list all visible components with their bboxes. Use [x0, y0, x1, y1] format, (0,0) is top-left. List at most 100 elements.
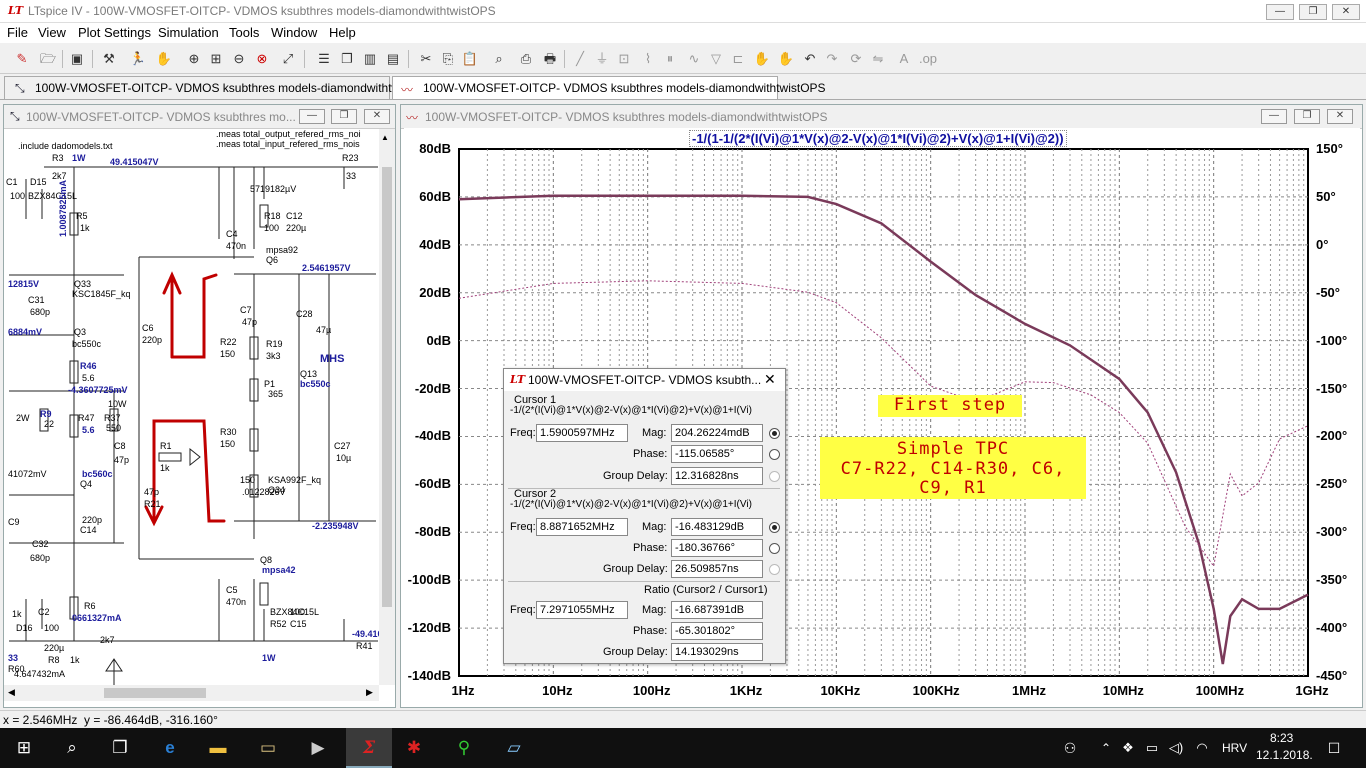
run-icon[interactable]: 🏃 — [128, 49, 148, 69]
undo-icon[interactable]: ↶ — [800, 49, 820, 69]
ratio-phase-field[interactable]: -65.301802° — [671, 622, 763, 640]
file-explorer-icon[interactable]: ▬ — [206, 736, 230, 760]
close-window-icon[interactable]: ▤ — [383, 49, 403, 69]
cursor2-gd-field[interactable]: 26.509857ns — [671, 560, 763, 578]
drag-icon[interactable]: ✋ — [776, 49, 796, 69]
clock-date[interactable]: 12.1.2018. — [1256, 748, 1313, 762]
capacitor-icon[interactable]: ⏸ — [660, 49, 680, 69]
close-button[interactable]: ✕ — [1332, 4, 1360, 20]
network-app-icon[interactable]: ⚲ — [452, 736, 476, 760]
ground-icon[interactable]: ⏚ — [592, 49, 612, 69]
cursor2-gd-radio[interactable] — [769, 564, 780, 575]
cut-icon[interactable]: ✂ — [416, 49, 436, 69]
dropbox-icon[interactable]: ❖ — [1116, 736, 1140, 760]
save-icon[interactable]: ▣ — [67, 49, 87, 69]
search-icon[interactable]: ⌕ — [60, 736, 84, 760]
text-icon[interactable]: A — [894, 49, 914, 69]
plot-close-button[interactable]: ✕ — [1327, 109, 1353, 124]
wire-icon[interactable]: ╱ — [570, 49, 590, 69]
plot-minimize-button[interactable]: — — [1261, 109, 1287, 124]
tab-schematic[interactable]: ⤡ 100W-VMOSFET-OITCP- VDMOS ksubthres mo… — [4, 76, 438, 99]
print-preview-icon[interactable]: ⎙ — [516, 49, 536, 69]
cursor2-freq-field[interactable]: 8.8871652MHz — [536, 518, 628, 536]
folder-icon[interactable]: ▭ — [256, 736, 280, 760]
battery-icon[interactable]: ▭ — [1140, 736, 1164, 760]
menu-file[interactable]: File — [7, 25, 28, 40]
restore-button[interactable]: ❐ — [1299, 4, 1327, 20]
plot-restore-button[interactable]: ❐ — [1294, 109, 1320, 124]
tab-waveform[interactable]: 〰 100W-VMOSFET-OITCP- VDMOS ksubthres mo… — [392, 76, 826, 99]
edge-icon[interactable]: e — [158, 736, 182, 760]
label-net-icon[interactable]: ⊡ — [614, 49, 634, 69]
ltspice-taskbar-item[interactable]: Ʃ — [346, 728, 392, 768]
component-icon[interactable]: ⊏ — [728, 49, 748, 69]
menu-help[interactable]: Help — [329, 25, 356, 40]
menu-simulation[interactable]: Simulation — [158, 25, 219, 40]
cascade-icon[interactable]: ❐ — [337, 49, 357, 69]
print-icon[interactable]: 🖶 — [540, 49, 560, 69]
cursor2-phase-radio[interactable] — [769, 543, 780, 554]
pan-icon[interactable]: ✋ — [154, 49, 174, 69]
cursor1-mag-field[interactable]: 204.26224mdB — [671, 424, 763, 442]
menu-window[interactable]: Window — [271, 25, 317, 40]
cursor1-gd-radio[interactable] — [769, 471, 780, 482]
cursor1-phase-radio[interactable] — [769, 449, 780, 460]
language-indicator[interactable]: HRV — [1222, 741, 1247, 755]
scroll-up-icon[interactable]: ▲ — [381, 133, 389, 142]
cursor2-mag-field[interactable]: -16.483129dB — [671, 518, 763, 536]
schematic-close-button[interactable]: ✕ — [364, 109, 390, 124]
schematic-minimize-button[interactable]: — — [299, 109, 325, 124]
redo-icon[interactable]: ↷ — [822, 49, 842, 69]
zoom-out-icon[interactable]: ⊖ — [229, 49, 249, 69]
cursor1-freq-field[interactable]: 1.5900597MHz — [536, 424, 628, 442]
tile-vertical-icon[interactable]: ▥ — [360, 49, 380, 69]
windows-start-icon[interactable]: ⊞ — [12, 736, 36, 760]
media-icon[interactable]: ▶ — [306, 736, 330, 760]
ratio-gd-field[interactable]: 14.193029ns — [671, 643, 763, 661]
diode-icon[interactable]: ▽ — [706, 49, 726, 69]
ratio-mag-field[interactable]: -16.687391dB — [671, 601, 763, 619]
action-center-icon[interactable]: ☐ — [1322, 736, 1346, 760]
cursor-dialog-close-icon[interactable]: ✕ — [764, 371, 776, 388]
find-icon[interactable]: ⌕ — [489, 49, 509, 69]
schematic-hscroll-thumb[interactable] — [104, 688, 206, 698]
open-icon[interactable]: ✎ — [12, 49, 32, 69]
resistor-icon[interactable]: ⌇ — [638, 49, 658, 69]
notepad-app-icon[interactable]: ▱ — [502, 736, 526, 760]
paste-icon[interactable]: 📋 — [460, 49, 480, 69]
schematic-restore-button[interactable]: ❐ — [331, 109, 357, 124]
cursor1-mag-radio[interactable] — [769, 428, 780, 439]
move-icon[interactable]: ✋ — [752, 49, 772, 69]
ratio-freq-field[interactable]: 7.2971055MHz — [536, 601, 628, 619]
tile-horizontal-icon[interactable]: ☰ — [314, 49, 334, 69]
cursor1-phase-field[interactable]: -115.06585° — [671, 445, 763, 463]
bug-app-icon[interactable]: ✱ — [402, 736, 426, 760]
volume-icon[interactable]: ◁) — [1164, 736, 1188, 760]
mirror-icon[interactable]: ⇋ — [868, 49, 888, 69]
people-icon[interactable]: ⚇ — [1058, 736, 1082, 760]
minimize-button[interactable]: — — [1266, 4, 1294, 20]
menu-tools[interactable]: Tools — [229, 25, 259, 40]
wifi-icon[interactable]: ◠ — [1190, 736, 1214, 760]
zoom-area-icon[interactable]: ⊞ — [206, 49, 226, 69]
inductor-icon[interactable]: ∿ — [684, 49, 704, 69]
cursor2-mag-radio[interactable] — [769, 522, 780, 533]
rotate-icon[interactable]: ⟳ — [846, 49, 866, 69]
control-panel-icon[interactable]: ⚒ — [99, 49, 119, 69]
cursor2-phase-field[interactable]: -180.36766° — [671, 539, 763, 557]
clock-time[interactable]: 8:23 — [1270, 731, 1293, 745]
schematic-horizontal-scrollbar[interactable]: ◀ ▶ — [4, 685, 379, 701]
autorange-icon[interactable]: ⤢ — [278, 49, 298, 69]
copy-icon[interactable]: ⎘ — [438, 49, 458, 69]
trace-expression-label[interactable]: -1/(1-1/(2*(I(Vi)@1*V(x)@2-V(x)@1*I(Vi)@… — [689, 130, 1067, 147]
scroll-right-icon[interactable]: ▶ — [366, 687, 373, 698]
zoom-in-icon[interactable]: ⊕ — [184, 49, 204, 69]
schematic-vscroll-thumb[interactable] — [382, 167, 392, 607]
menu-view[interactable]: View — [38, 25, 66, 40]
schematic-vertical-scrollbar[interactable]: ▲ — [379, 129, 395, 685]
menu-plot-settings[interactable]: Plot Settings — [78, 25, 151, 40]
schematic-canvas[interactable]: .include dadomodels.txt .meas total_outpu… — [4, 129, 379, 685]
task-view-icon[interactable]: ❐ — [108, 736, 132, 760]
cursor1-gd-field[interactable]: 12.316828ns — [671, 467, 763, 485]
zoom-fit-icon[interactable]: ⊗ — [252, 49, 272, 69]
